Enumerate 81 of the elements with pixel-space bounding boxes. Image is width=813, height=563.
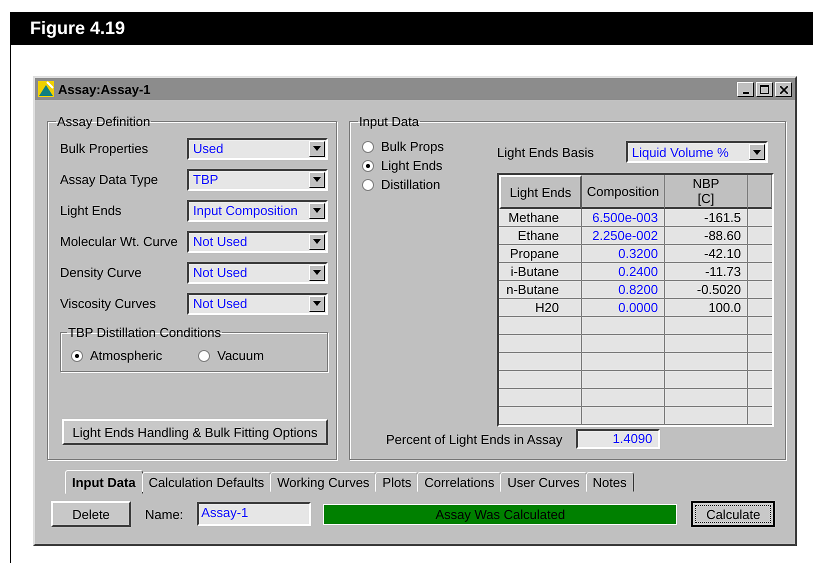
tab[interactable]: Correlations [417,472,502,492]
radio-option[interactable]: Atmospheric [71,348,162,363]
table-cell[interactable] [582,407,665,425]
group-title: TBP Distillation Conditions [67,325,222,340]
table-cell[interactable] [582,317,665,335]
caret-icon [313,301,321,306]
tab[interactable]: Notes [586,472,634,492]
minimize-button[interactable] [737,82,754,96]
percent-field[interactable]: 1.4090 [576,429,660,449]
caret-icon [313,177,321,182]
radio-option[interactable]: Vacuum [198,348,264,363]
radio-option[interactable]: Distillation [362,177,497,192]
column-header: NBP [C] [665,175,748,209]
close-icon [780,86,788,94]
table-cell[interactable] [582,389,665,407]
tab[interactable]: Input Data [65,470,143,494]
field-label: Molecular Wt. Curve [60,234,178,249]
dropdown[interactable]: Used [187,138,328,160]
dropdown[interactable]: Liquid Volume % [626,141,768,163]
dropdown[interactable]: Not Used [187,230,328,252]
table-cell: Methane [499,209,582,227]
caret-icon [752,150,761,154]
table-cell[interactable]: 0.8200 [582,281,665,299]
maximize-button[interactable] [756,82,773,96]
table-cell: -42.10 [665,245,748,263]
dropdown[interactable]: Input Composition [187,200,328,222]
column-header: Composition [582,175,665,209]
dropdown[interactable]: TBP [187,168,328,190]
minimize-icon [742,92,748,94]
tab[interactable]: Calculation Defaults [142,472,272,492]
table-cell[interactable]: 0.0000 [582,299,665,317]
radio-option[interactable]: Light Ends [362,158,497,173]
caret-icon [313,146,321,151]
dropdown[interactable]: Not Used [187,262,328,284]
status-bar: Assay Was Calculated [323,504,678,524]
table-cell: H20 [499,299,582,317]
column-header: Light Ends [499,175,582,209]
table-cell[interactable]: 6.500e-003 [582,209,665,227]
group-title: Assay Definition [56,114,152,129]
tab[interactable]: Working Curves [270,472,376,492]
caret-icon [313,270,321,275]
calculate-button[interactable]: Calculate [691,501,776,527]
tab[interactable]: User Curves [500,472,587,492]
tab[interactable]: Plots [375,472,418,492]
table-cell[interactable]: 0.2400 [582,263,665,281]
percent-label: Percent of Light Ends in Assay [386,432,562,446]
name-field[interactable]: Assay-1 [197,502,312,526]
table-cell[interactable]: 2.250e-002 [582,227,665,245]
options-button[interactable]: Light Ends Handling & Bulk Fitting Options [62,419,328,445]
table-cell[interactable]: 0.3200 [582,245,665,263]
figure-caption: Figure 4.19 [30,18,126,39]
table-cell: -161.5 [665,209,748,227]
radio-option[interactable]: Bulk Props [362,139,497,154]
table-cell: -0.5020 [665,281,748,299]
field-label: Density Curve [60,265,142,280]
maximize-icon [760,84,769,94]
field-label: Viscosity Curves [60,296,156,311]
window-title: Assay:Assay-1 [58,82,152,96]
table-cell[interactable] [582,353,665,371]
table-cell: Propane [499,245,582,263]
table-cell[interactable] [582,335,665,353]
delete-button[interactable]: Delete [51,501,131,527]
table-cell: 100.0 [665,299,748,317]
table-cell: -88.60 [665,227,748,245]
dropdown[interactable]: Not Used [187,292,328,314]
caret-icon [313,208,321,213]
table-cell: i-Butane [499,263,582,281]
app-icon [38,81,54,97]
basis-label: Light Ends Basis [497,144,594,160]
table-cell: Ethane [499,227,582,245]
field-label: Bulk Properties [60,141,148,156]
group-title: Input Data [358,114,420,129]
field-label: Assay Data Type [60,172,158,187]
name-label: Name: [145,506,184,522]
table-cell: -11.73 [665,263,748,281]
column-header [748,175,772,209]
close-button[interactable] [775,82,792,96]
table-cell: n-Butane [499,281,582,299]
caret-icon [313,239,321,244]
table-cell[interactable] [582,371,665,389]
field-label: Light Ends [60,203,122,218]
